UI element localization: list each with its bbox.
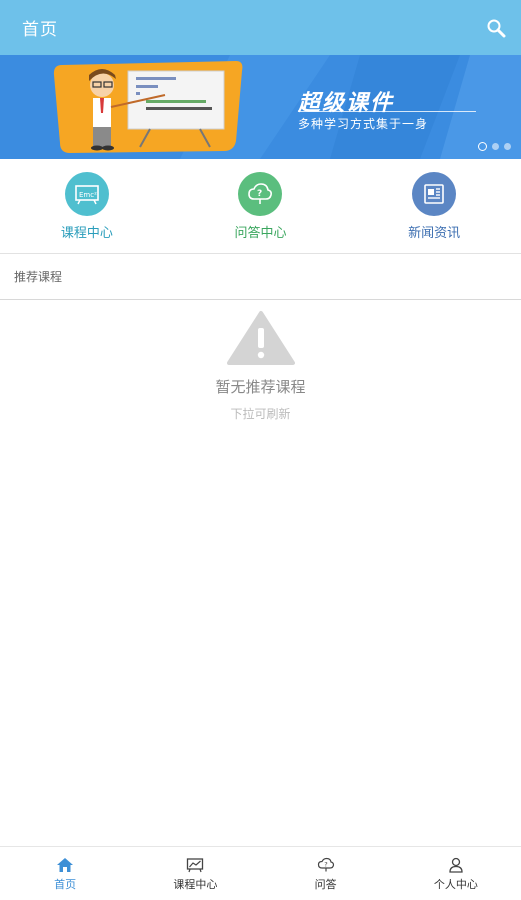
tab-course-center[interactable]: 课程中心	[130, 847, 260, 900]
tab-label: 个人中心	[433, 878, 478, 891]
banner-subtitle: 多种学习方式集于一身	[298, 117, 429, 131]
svg-text:?: ?	[257, 189, 262, 199]
quicknav-news[interactable]: 新闻资讯	[374, 172, 494, 241]
quick-nav: Emc² 课程中心 ? 问答中心 新闻资讯	[0, 159, 521, 254]
tab-home[interactable]: 首页	[0, 847, 130, 900]
carousel-indicators	[478, 142, 511, 151]
question-cloud-icon: ?	[238, 172, 283, 216]
banner-carousel[interactable]: 超级课件 多种学习方式集于一身	[0, 55, 521, 159]
empty-state: 暂无推荐课程 下拉可刷新	[0, 310, 521, 422]
quicknav-qa-center[interactable]: ? 问答中心	[200, 172, 320, 241]
banner-divider	[298, 111, 476, 112]
bottom-tabbar: 首页 课程中心 ? 问答 个人中心	[0, 846, 521, 900]
warning-icon	[226, 311, 295, 365]
svg-text:Emc²: Emc²	[79, 191, 97, 199]
carousel-dot[interactable]	[504, 143, 511, 150]
recommend-section-header: 推荐课程	[0, 254, 521, 300]
quicknav-course-center[interactable]: Emc² 课程中心	[27, 172, 147, 241]
section-title: 推荐课程	[14, 270, 63, 284]
carousel-dot-active[interactable]	[478, 142, 487, 151]
quicknav-label: 问答中心	[234, 226, 287, 241]
tab-label: 首页	[54, 878, 77, 891]
empty-hint: 下拉可刷新	[230, 407, 291, 421]
question-cloud-icon: ?	[317, 857, 334, 872]
person-icon	[449, 857, 463, 873]
chart-board-icon	[187, 858, 204, 873]
newspaper-icon	[412, 172, 457, 216]
quicknav-label: 新闻资讯	[408, 226, 461, 241]
tab-qa[interactable]: ? 问答	[261, 847, 391, 900]
empty-title: 暂无推荐课程	[215, 378, 306, 396]
banner-illustration	[0, 55, 521, 159]
quicknav-label: 课程中心	[60, 226, 113, 241]
tab-label: 问答	[314, 878, 337, 891]
tab-profile[interactable]: 个人中心	[391, 847, 521, 900]
search-icon[interactable]	[485, 17, 507, 39]
svg-text:?: ?	[324, 861, 327, 869]
app-root: 首页 超级课件 多种学习方式集于一身 Emc² 课程中心 ? 问答中心 新闻资讯…	[0, 0, 521, 900]
top-header: 首页	[0, 0, 521, 55]
tab-label: 课程中心	[173, 878, 218, 891]
banner-title: 超级课件	[298, 91, 395, 116]
home-icon	[57, 858, 74, 872]
carousel-dot[interactable]	[492, 143, 499, 150]
page-title: 首页	[22, 20, 58, 40]
emc2-board-icon: Emc²	[64, 172, 109, 216]
